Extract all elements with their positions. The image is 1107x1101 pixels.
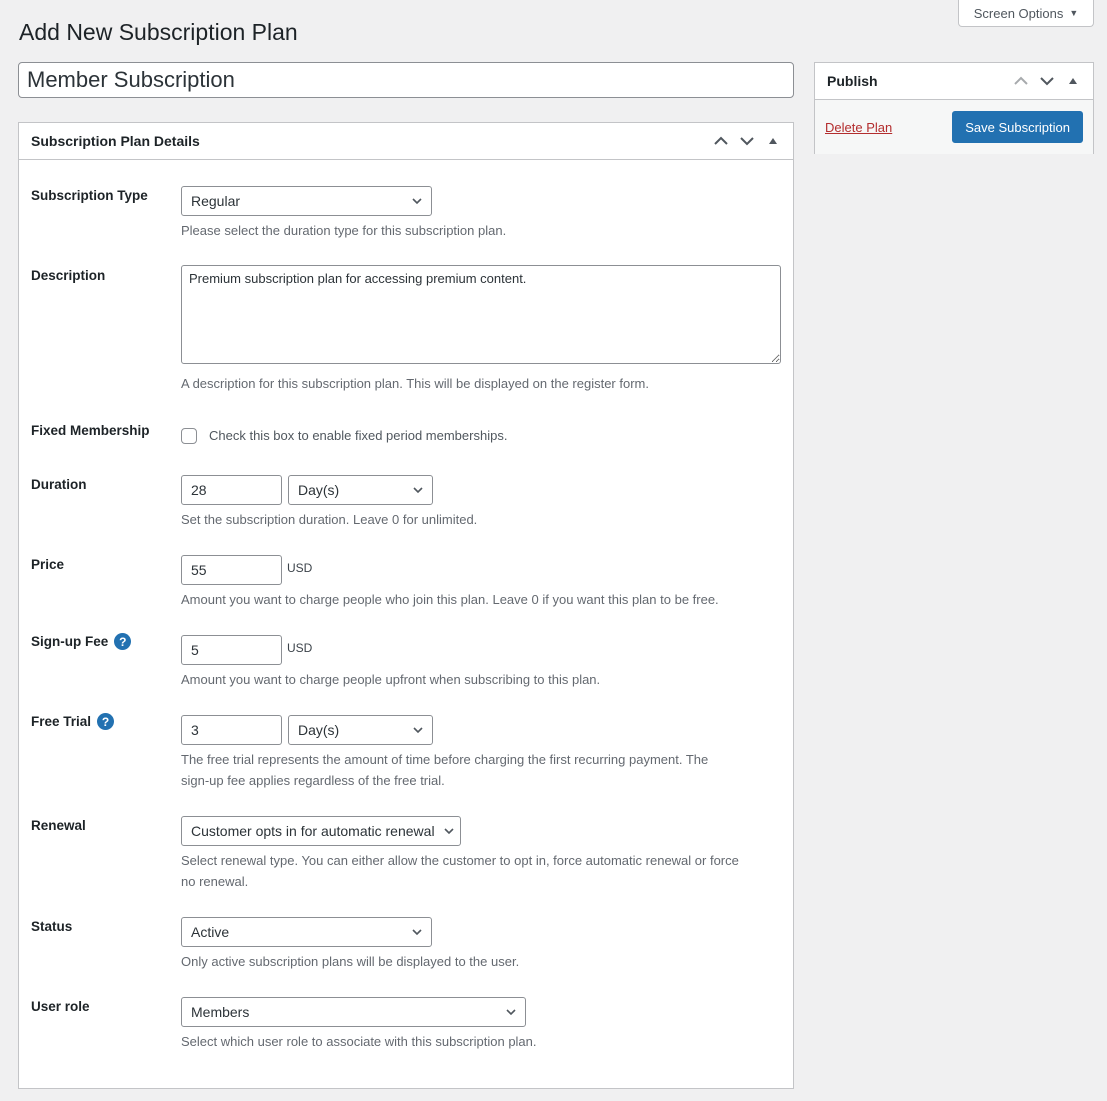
price-hint: Amount you want to charge people who joi… xyxy=(181,592,719,607)
free-trial-unit-select[interactable]: Day(s) xyxy=(288,715,433,745)
publish-title: Publish xyxy=(827,73,878,89)
signup-fee-label-group: Sign-up Fee ? xyxy=(31,633,132,650)
move-up-icon[interactable] xyxy=(713,133,729,149)
chevron-down-icon xyxy=(506,1009,516,1016)
details-header: Subscription Plan Details xyxy=(19,123,793,160)
page-title: Add New Subscription Plan xyxy=(19,19,298,45)
user-role-select[interactable]: Members xyxy=(181,997,526,1027)
price-currency: USD xyxy=(287,561,313,575)
status-value: Active xyxy=(191,924,230,940)
free-trial-label: Free Trial xyxy=(31,714,92,729)
status-select[interactable]: Active xyxy=(181,917,432,947)
renewal-value: Customer opts in for automatic renewal xyxy=(191,823,435,839)
free-trial-label-group: Free Trial ? xyxy=(31,713,115,730)
subscription-type-select[interactable]: Regular xyxy=(181,186,432,216)
signup-fee-input[interactable] xyxy=(181,635,282,665)
publish-box: Publish Delete Plan Save Subscription xyxy=(814,62,1094,154)
free-trial-hint-line1: The free trial represents the amount of … xyxy=(181,752,709,767)
renewal-hint-line1: Select renewal type. You can either allo… xyxy=(181,853,739,868)
delete-plan-link[interactable]: Delete Plan xyxy=(825,120,892,135)
subscription-type-label: Subscription Type xyxy=(31,188,148,203)
move-up-icon[interactable] xyxy=(1013,73,1029,89)
chevron-down-icon xyxy=(412,198,422,205)
subscription-plan-details-box: Subscription Plan Details Subscription T… xyxy=(18,122,794,1089)
chevron-down-icon xyxy=(413,487,423,494)
price-label: Price xyxy=(31,557,65,572)
user-role-value: Members xyxy=(191,1004,250,1020)
free-trial-unit-value: Day(s) xyxy=(298,722,340,738)
collapse-toggle-icon[interactable] xyxy=(1065,73,1081,89)
duration-hint: Set the subscription duration. Leave 0 f… xyxy=(181,512,478,527)
collapse-toggle-icon[interactable] xyxy=(765,133,781,149)
duration-unit-select[interactable]: Day(s) xyxy=(288,475,433,505)
description-label: Description xyxy=(31,268,106,283)
status-label: Status xyxy=(31,919,73,934)
publish-header: Publish xyxy=(815,63,1093,100)
renewal-label: Renewal xyxy=(31,818,86,833)
renewal-select[interactable]: Customer opts in for automatic renewal xyxy=(181,816,461,846)
description-textarea[interactable]: Premium subscription plan for accessing … xyxy=(181,265,781,364)
help-icon[interactable]: ? xyxy=(114,633,132,650)
free-trial-hint-line2: sign-up fee applies regardless of the fr… xyxy=(181,773,445,788)
fixed-membership-checkbox-label: Check this box to enable fixed period me… xyxy=(209,428,508,443)
signup-fee-hint: Amount you want to charge people upfront… xyxy=(181,672,601,687)
plan-title-input[interactable] xyxy=(18,62,794,98)
move-down-icon[interactable] xyxy=(739,133,755,149)
fixed-membership-label: Fixed Membership xyxy=(31,423,150,438)
duration-input[interactable] xyxy=(181,475,282,505)
fixed-membership-checkbox[interactable] xyxy=(181,427,197,444)
status-hint: Only active subscription plans will be d… xyxy=(181,954,520,969)
details-title: Subscription Plan Details xyxy=(31,133,200,149)
signup-fee-label: Sign-up Fee xyxy=(31,634,109,649)
user-role-hint: Select which user role to associate with… xyxy=(181,1034,537,1049)
chevron-down-icon xyxy=(413,727,423,734)
move-down-icon[interactable] xyxy=(1039,73,1055,89)
description-hint: A description for this subscription plan… xyxy=(181,376,649,391)
screen-options-button[interactable]: Screen Options ▼ xyxy=(958,0,1094,27)
chevron-down-icon xyxy=(444,828,454,835)
duration-label: Duration xyxy=(31,477,87,492)
save-subscription-button[interactable]: Save Subscription xyxy=(952,111,1083,143)
free-trial-input[interactable] xyxy=(181,715,282,745)
subscription-type-value: Regular xyxy=(191,193,241,209)
duration-unit-value: Day(s) xyxy=(298,482,340,498)
triangle-down-icon: ▼ xyxy=(1069,8,1079,18)
subscription-type-hint: Please select the duration type for this… xyxy=(181,223,507,238)
signup-fee-currency: USD xyxy=(287,641,313,655)
user-role-label: User role xyxy=(31,999,90,1014)
chevron-down-icon xyxy=(412,929,422,936)
price-input[interactable] xyxy=(181,555,282,585)
screen-options-label: Screen Options xyxy=(973,5,1064,21)
help-icon[interactable]: ? xyxy=(97,713,115,730)
renewal-hint-line2: no renewal. xyxy=(181,874,249,889)
